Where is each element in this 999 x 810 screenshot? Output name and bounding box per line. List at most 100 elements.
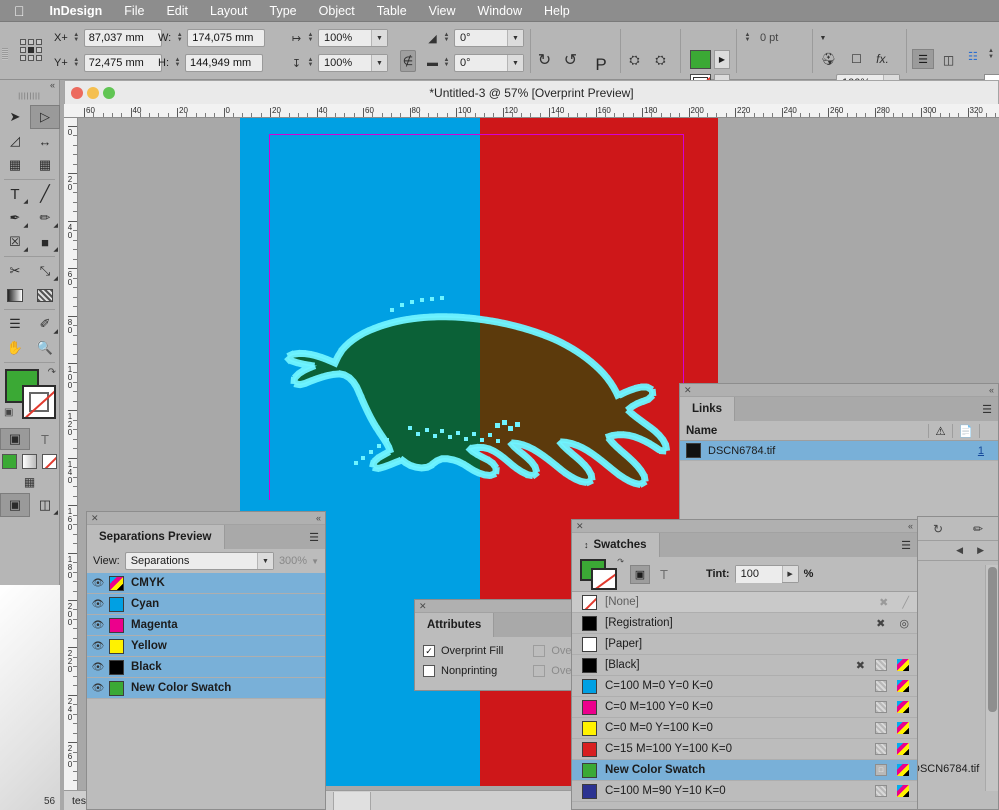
tint-icon[interactable] — [875, 743, 887, 755]
formatting-affects-container-icon[interactable]: ▣ — [0, 428, 30, 450]
effects-fx-icon[interactable]: fx. — [874, 50, 891, 67]
list-item[interactable]: 👁 Yellow — [87, 636, 325, 657]
menu-item-object[interactable]: Object — [308, 4, 366, 18]
collapse-panel-icon[interactable]: « — [989, 385, 994, 395]
content-placer-tool[interactable]: ▦ — [30, 153, 60, 177]
edit-original-pencil-icon[interactable]: ✏ — [973, 522, 983, 536]
w-stepper[interactable]: ▲ ▼ — [174, 30, 185, 47]
tool-flyout-arrow[interactable]: ◢ — [53, 222, 58, 229]
document-title-bar[interactable]: *Untitled-3 @ 57% [Overprint Preview] — [64, 80, 999, 104]
corner-options-icon[interactable]: ⛑ — [820, 50, 837, 67]
link-page-number[interactable]: 1 — [978, 445, 984, 457]
scale-x-stepper[interactable]: ▲ ▼ — [305, 30, 316, 47]
frame-tool[interactable]: ☒ ◢ — [0, 230, 30, 254]
unlink-icon[interactable]: ✖ — [856, 659, 865, 672]
y-position-input[interactable]: 72,475 mm — [83, 54, 162, 72]
collapse-panel-icon[interactable]: « — [316, 513, 321, 523]
eyedropper-tool[interactable]: ✐ ◢ — [30, 312, 60, 336]
close-panel-icon[interactable]: ✕ — [576, 521, 584, 532]
apply-gradient-icon[interactable] — [22, 454, 37, 469]
list-item[interactable]: C=0 M=0 Y=100 K=0 — [572, 718, 917, 739]
registration-icon[interactable]: ◎ — [899, 617, 909, 630]
apply-none-icon[interactable] — [42, 454, 57, 469]
tools-collapse-icon[interactable]: « — [0, 80, 59, 93]
proxy-cell-tr[interactable] — [36, 39, 42, 45]
swatches-panel-titlebar[interactable]: ✕ « — [572, 520, 917, 533]
stroke-weight-stepper[interactable]: ▲ ▼ — [742, 30, 753, 47]
reference-point-proxy[interactable] — [20, 39, 42, 61]
list-item[interactable]: C=15 M=100 Y=100 K=0 — [572, 739, 917, 760]
list-item[interactable]: New Color Swatch □ — [572, 760, 917, 781]
proxy-cell-bl[interactable] — [20, 55, 26, 61]
select-container-icon[interactable]: ⛭ — [626, 51, 643, 68]
cmyk-mode-icon[interactable] — [897, 722, 909, 734]
proxy-cell-bc[interactable] — [28, 55, 34, 61]
links-panel-scroll-thumb[interactable] — [988, 567, 997, 712]
tint-icon[interactable] — [875, 701, 887, 713]
tab-swatches[interactable]: ↕ Swatches — [572, 533, 660, 557]
object-shape-icon[interactable]: ☐ — [848, 50, 865, 67]
text-wrap-object-icon[interactable]: ◫ — [940, 51, 957, 68]
attributes-panel-titlebar[interactable]: ✕ — [415, 600, 585, 613]
tools-grip[interactable]: |||||||| — [0, 93, 59, 102]
link-status-warning-icon[interactable]: ⚠ — [928, 423, 951, 438]
chevron-down-icon[interactable]: ▼ — [311, 557, 319, 566]
tint-icon[interactable] — [875, 785, 887, 797]
list-item[interactable]: 👁 Black — [87, 657, 325, 678]
stroke-color-proxy[interactable] — [22, 385, 56, 419]
menu-item-indesign[interactable]: InDesign — [39, 4, 114, 18]
gradient-swatch-tool[interactable] — [0, 283, 30, 307]
unlink-icon[interactable]: ✖ — [879, 596, 888, 609]
list-item[interactable]: 👁 New Color Swatch — [87, 678, 325, 699]
links-panel-titlebar[interactable]: ✕ « — [680, 384, 998, 397]
list-item[interactable]: C=100 M=0 Y=0 K=0 — [572, 676, 917, 697]
visibility-eye-icon[interactable]: 👁 — [87, 683, 109, 694]
relink-refresh-icon[interactable]: ↻ — [933, 522, 943, 536]
tool-flyout-arrow[interactable]: ◢ — [53, 328, 58, 335]
proxy-cell-tl[interactable] — [20, 39, 26, 45]
visibility-eye-icon[interactable]: 👁 — [87, 641, 109, 652]
zoom-tool[interactable]: 🔍 — [30, 336, 60, 360]
pen-tool[interactable]: ✒ ◢ — [0, 206, 30, 230]
page-icon[interactable]: 📄 — [951, 423, 980, 438]
tint-icon[interactable] — [875, 680, 887, 692]
menu-item-file[interactable]: File — [113, 4, 155, 18]
swatches-stroke-proxy[interactable] — [591, 568, 617, 590]
ink-limit-control[interactable]: 300% ▼ — [279, 555, 319, 567]
scissors-tool[interactable]: ✂ — [0, 259, 30, 283]
list-item[interactable]: [None] ✖ ╱ — [572, 592, 917, 613]
vertical-ruler[interactable]: 02 04 06 08 01 0 01 2 01 4 01 6 01 8 02 … — [64, 118, 78, 810]
chevron-down-icon[interactable]: ▼ — [371, 30, 387, 46]
height-input[interactable]: 144,949 mm — [185, 54, 263, 72]
status-drag-area[interactable] — [333, 791, 372, 810]
menu-item-layout[interactable]: Layout — [199, 4, 259, 18]
fill-swatch-menu-arrow[interactable]: ▶ — [714, 50, 730, 69]
tint-menu-arrow-icon[interactable]: ▶ — [781, 566, 798, 582]
close-panel-icon[interactable]: ✕ — [419, 601, 427, 612]
menu-item-help[interactable]: Help — [533, 4, 581, 18]
proxy-cell-br[interactable] — [36, 55, 42, 61]
nonprinting-checkbox[interactable] — [423, 665, 435, 677]
rectangle-tool[interactable]: ■ ◢ — [30, 230, 60, 254]
tool-flyout-arrow[interactable]: ◢ — [53, 509, 58, 516]
panel-menu-icon[interactable]: ☰ — [303, 525, 325, 549]
chevron-down-icon[interactable]: ▼ — [371, 55, 387, 71]
free-transform-tool[interactable]: ⤡ ◢ — [30, 259, 60, 283]
shear-combo[interactable]: 0° ▼ — [454, 54, 524, 72]
text-wrap-none-icon[interactable]: ☰ — [912, 49, 934, 69]
selection-tool[interactable]: ➤ — [0, 105, 30, 129]
cmyk-mode-icon[interactable] — [897, 680, 909, 692]
overprint-gap-checkbox[interactable] — [533, 665, 546, 677]
list-item[interactable]: [Registration] ✖ ◎ — [572, 613, 917, 634]
apple-logo-icon[interactable]:  — [14, 4, 25, 18]
fill-color-swatch[interactable] — [690, 50, 711, 69]
rotate-combo[interactable]: 0° ▼ — [454, 29, 524, 47]
tab-separations-preview[interactable]: Separations Preview — [87, 525, 225, 549]
proxy-cell-tc[interactable] — [28, 39, 34, 45]
previous-link-arrow-icon[interactable]: ◀ — [956, 545, 963, 556]
page-tool[interactable]: ◿ — [0, 129, 30, 153]
x-stepper[interactable]: ▲ ▼ — [71, 30, 82, 47]
separations-view-select[interactable]: Separations ▼ — [124, 552, 274, 570]
separations-panel-titlebar[interactable]: ✕ « — [87, 512, 325, 525]
constrain-scale-icon[interactable]: ∉ — [400, 50, 416, 72]
